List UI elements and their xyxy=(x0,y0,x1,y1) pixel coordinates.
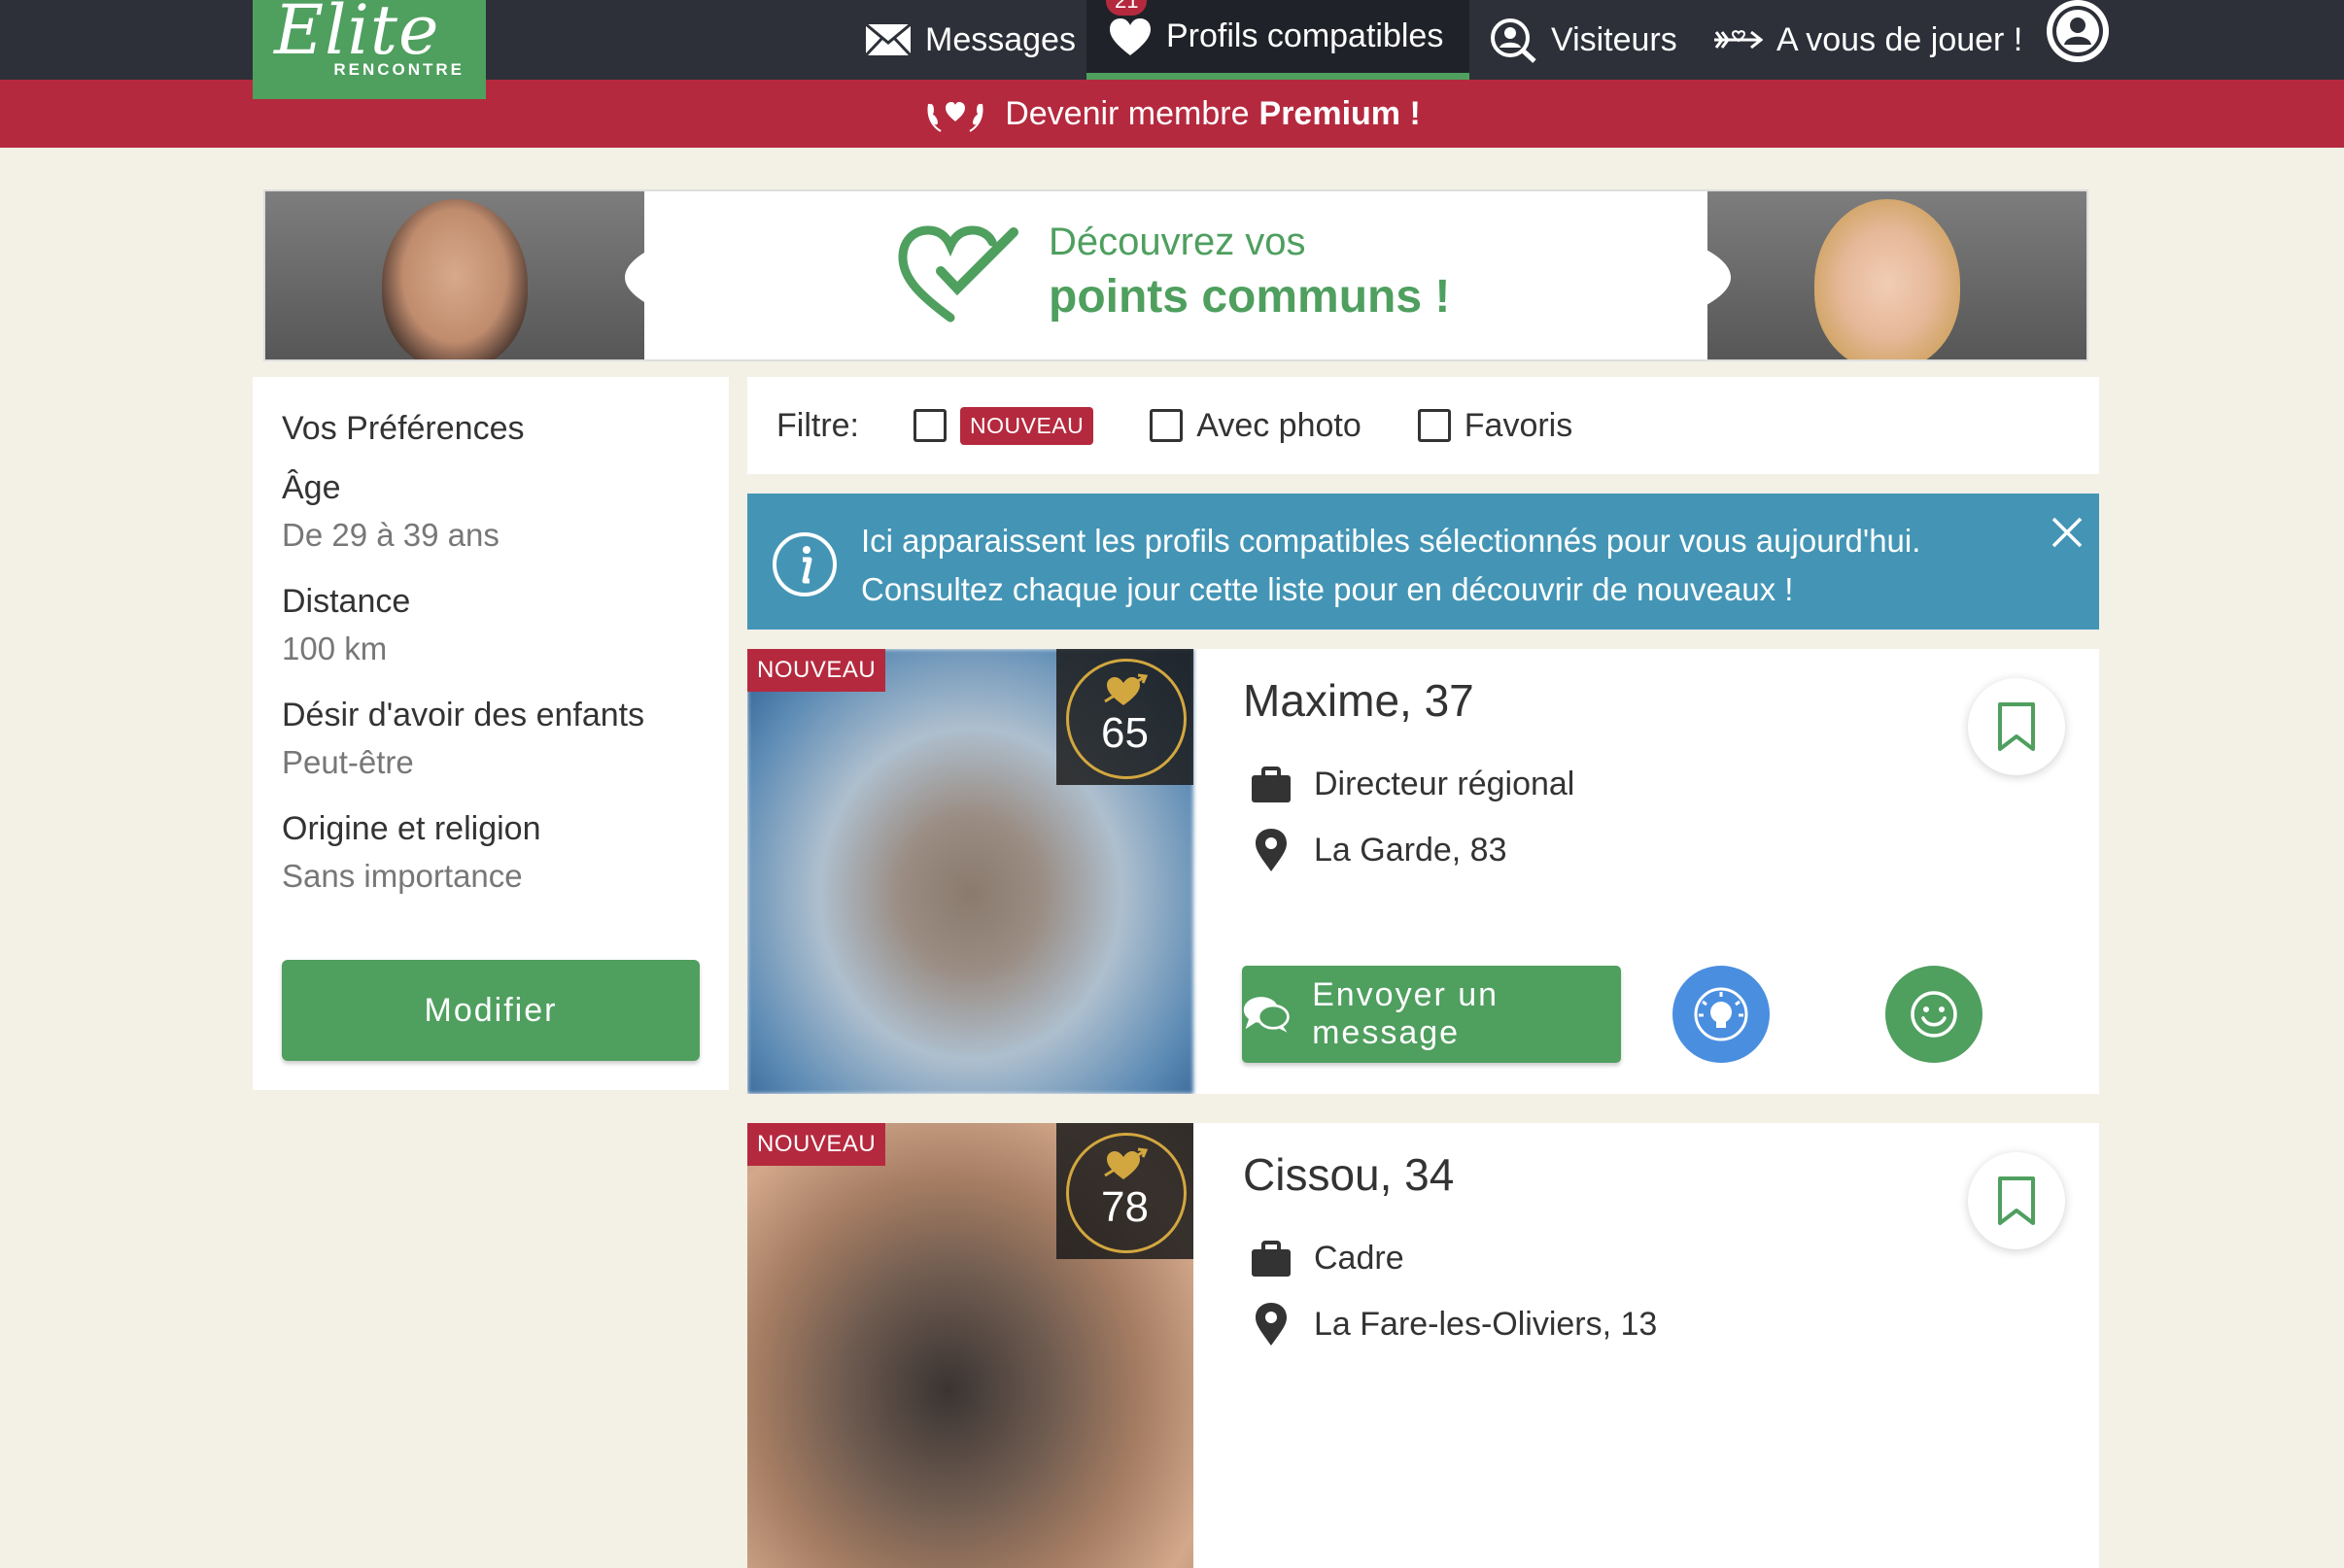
send-message-button[interactable]: Envoyer un message xyxy=(1242,966,1621,1063)
bookmark-button[interactable] xyxy=(1968,678,2065,775)
profile-location: La Garde, 83 xyxy=(1250,828,1506,872)
filter-photo-label: Avec photo xyxy=(1196,406,1362,444)
profile-job: Directeur régional xyxy=(1250,766,1574,803)
score-value: 65 xyxy=(1101,709,1149,757)
compatibility-score: 78 xyxy=(1056,1123,1193,1259)
heart-arrow-icon xyxy=(1104,1147,1148,1179)
pref-distance-value: 100 km xyxy=(282,631,388,666)
briefcase-icon xyxy=(1252,766,1291,802)
profile-name-text: Cissou xyxy=(1243,1149,1380,1200)
filter-favoris-checkbox[interactable] xyxy=(1417,409,1451,442)
info-icon xyxy=(773,532,837,597)
pref-origin-label: Origine et religion xyxy=(282,810,541,847)
profile-location: La Fare-les-Oliviers, 13 xyxy=(1250,1302,1657,1346)
pref-age-value: De 29 à 39 ans xyxy=(282,517,500,553)
profile-location-text: La Garde, 83 xyxy=(1314,831,1507,869)
location-pin-icon xyxy=(1256,829,1287,871)
profile-job: Cadre xyxy=(1250,1240,1404,1278)
pref-children-value: Peut-être xyxy=(282,744,414,780)
user-avatar-icon[interactable] xyxy=(2047,0,2109,62)
nav-a-vous-de-jouer[interactable]: A vous de jouer ! xyxy=(1712,0,2022,80)
filter-label: Filtre: xyxy=(776,406,859,444)
filter-avec-photo[interactable]: Avec photo xyxy=(1150,407,1362,445)
pref-children-label: Désir d'avoir des enfants xyxy=(282,697,645,733)
premium-bold: Premium ! xyxy=(1258,94,1421,132)
profile-card[interactable]: NOUVEAU 65 Maxime, 37 Directeur régional… xyxy=(747,649,2099,1094)
pref-distance-label: Distance xyxy=(282,583,411,620)
visitor-search-icon xyxy=(1491,18,1536,63)
envelope-icon xyxy=(865,23,912,56)
compatibility-score: 65 xyxy=(1056,649,1193,785)
nav-profils-label: Profils compatibles xyxy=(1166,17,1444,54)
score-value: 78 xyxy=(1101,1183,1149,1231)
info-notice: Ici apparaissent les profils compatibles… xyxy=(747,494,2099,630)
banner-line2: points communs ! xyxy=(1049,271,1451,323)
pref-origin-value: Sans importance xyxy=(282,858,523,894)
logo[interactable]: Elite RENCONTRE xyxy=(253,0,486,99)
laurel-heart-icon xyxy=(927,102,983,132)
profils-count-badge: 21 xyxy=(1106,0,1148,17)
heart-check-icon xyxy=(898,225,1018,323)
nav-visiteurs-label: Visiteurs xyxy=(1551,20,1677,58)
location-pin-icon xyxy=(1256,1303,1287,1346)
filter-nouveau-checkbox[interactable] xyxy=(913,409,947,442)
bookmark-icon xyxy=(1998,702,2035,751)
info-line1: Ici apparaissent les profils compatibles… xyxy=(861,523,1921,559)
modify-preferences-button[interactable]: Modifier xyxy=(282,960,700,1061)
filter-favoris-label: Favoris xyxy=(1464,406,1573,444)
filter-photo-checkbox[interactable] xyxy=(1150,409,1184,442)
nav-jouer-label: A vous de jouer ! xyxy=(1776,20,2023,58)
smile-button[interactable] xyxy=(1885,966,1982,1063)
filter-bar: Filtre: NOUVEAU Avec photo Favoris xyxy=(747,377,2099,474)
close-icon[interactable] xyxy=(2048,513,2086,552)
nav-messages[interactable]: Messages xyxy=(865,0,1076,80)
profile-job-text: Cadre xyxy=(1314,1240,1404,1277)
filter-favoris[interactable]: Favoris xyxy=(1417,406,1573,445)
banner-line1: Découvrez vos xyxy=(1049,221,1306,263)
profile-card[interactable]: NOUVEAU 78 Cissou, 34 Cadre La Fare-les-… xyxy=(747,1123,2099,1568)
profile-age: , 34 xyxy=(1379,1149,1455,1200)
banner-text: Découvrez vos points communs ! xyxy=(1049,221,1450,324)
profile-job-text: Directeur régional xyxy=(1314,766,1575,802)
bookmark-button[interactable] xyxy=(1968,1152,2065,1249)
pref-age-label: Âge xyxy=(282,469,341,506)
bookmark-icon xyxy=(1998,1176,2035,1225)
new-badge: NOUVEAU xyxy=(747,1123,886,1166)
profile-age: , 37 xyxy=(1399,675,1474,726)
icebreaker-button[interactable] xyxy=(1672,966,1770,1063)
points-communs-banner[interactable]: Découvrez vos points communs ! xyxy=(263,189,2088,361)
preferences-title: Vos Préférences xyxy=(282,410,525,447)
banner-woman-photo xyxy=(1707,191,2086,359)
heart-arrow-icon xyxy=(1104,673,1148,705)
info-text: Ici apparaissent les profils compatibles… xyxy=(861,517,1920,614)
profile-name[interactable]: Maxime, 37 xyxy=(1243,674,1474,727)
nav-profils-compatibles[interactable]: 21 Profils compatibles xyxy=(1086,0,1469,80)
filter-nouveau-tag: NOUVEAU xyxy=(960,406,1094,445)
heart-icon xyxy=(1110,17,1151,55)
premium-prefix: Devenir membre xyxy=(1005,94,1250,132)
smiley-icon xyxy=(1911,991,1957,1038)
filter-nouveau[interactable]: NOUVEAU xyxy=(913,406,1094,445)
chat-bubbles-icon xyxy=(1243,997,1290,1033)
profile-name-text: Maxime xyxy=(1243,675,1400,726)
briefcase-icon xyxy=(1252,1240,1291,1277)
lightbulb-icon xyxy=(1694,987,1748,1041)
new-badge: NOUVEAU xyxy=(747,649,886,692)
profile-name[interactable]: Cissou, 34 xyxy=(1243,1148,1454,1201)
nav-visiteurs[interactable]: Visiteurs xyxy=(1489,0,1677,80)
banner-man-photo xyxy=(265,191,644,359)
preferences-panel: Vos Préférences Âge De 29 à 39 ans Dista… xyxy=(253,377,729,1090)
logo-script: Elite xyxy=(274,0,440,70)
cupid-arrow-icon xyxy=(1714,30,1763,50)
logo-subtitle: RENCONTRE xyxy=(333,60,465,79)
profile-location-text: La Fare-les-Oliviers, 13 xyxy=(1314,1305,1658,1343)
info-line2: Consultez chaque jour cette liste pour e… xyxy=(861,571,1794,607)
send-message-label: Envoyer un message xyxy=(1312,976,1499,1051)
nav-messages-label: Messages xyxy=(925,20,1076,58)
